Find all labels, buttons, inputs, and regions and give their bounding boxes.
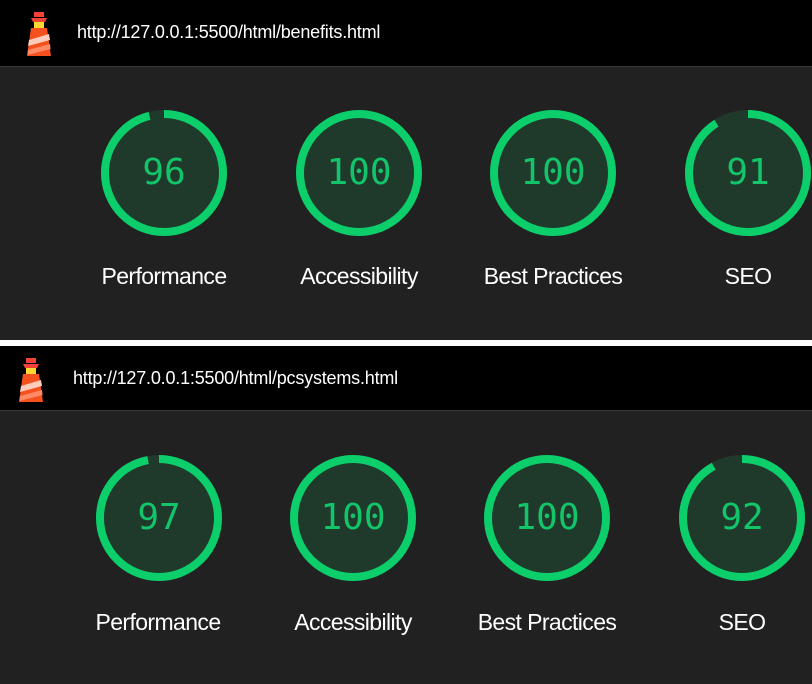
gauge-accessibility[interactable]: 100 (294, 108, 424, 238)
gauge-performance[interactable]: 96 (99, 108, 229, 238)
report-pcsystems: http://127.0.0.1:5500/html/pcsystems.htm… (0, 346, 812, 684)
gauge-seo[interactable]: 91 (683, 108, 812, 238)
gauge-seo[interactable]: 92 (677, 453, 807, 583)
lighthouse-icon (27, 12, 51, 56)
category-label-best-practices: Best Practices (477, 609, 617, 635)
category-label-accessibility: Accessibility (294, 609, 412, 635)
score-value: 97 (137, 497, 181, 538)
gauge-best-practices[interactable]: 100 (482, 453, 612, 583)
category-label-seo: SEO (718, 609, 766, 635)
score-value: 100 (320, 497, 386, 538)
category-label-seo: SEO (724, 263, 772, 289)
score-value: 96 (142, 152, 186, 193)
score-value: 100 (514, 497, 580, 538)
category-label-performance: Performance (101, 263, 227, 289)
score-value: 100 (520, 152, 586, 193)
category-label-accessibility: Accessibility (300, 263, 418, 289)
category-label-best-practices: Best Practices (483, 263, 623, 289)
category-label-performance: Performance (95, 609, 221, 635)
report-benefits: http://127.0.0.1:5500/html/benefits.html… (0, 0, 812, 340)
score-value: 92 (720, 497, 764, 538)
score-value: 100 (326, 152, 392, 193)
report-topbar: http://127.0.0.1:5500/html/pcsystems.htm… (0, 346, 812, 411)
gauge-best-practices[interactable]: 100 (488, 108, 618, 238)
report-url[interactable]: http://127.0.0.1:5500/html/pcsystems.htm… (73, 368, 398, 389)
lighthouse-icon (19, 358, 43, 402)
report-topbar: http://127.0.0.1:5500/html/benefits.html (0, 0, 812, 67)
gauge-performance[interactable]: 97 (94, 453, 224, 583)
score-value: 91 (726, 152, 770, 193)
report-url[interactable]: http://127.0.0.1:5500/html/benefits.html (77, 22, 380, 43)
gauge-accessibility[interactable]: 100 (288, 453, 418, 583)
